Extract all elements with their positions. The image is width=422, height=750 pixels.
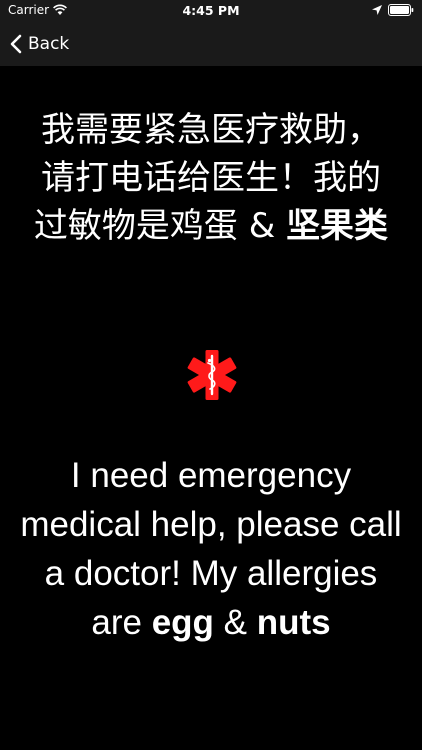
back-button[interactable]: Back bbox=[10, 30, 69, 58]
english-allergen-nuts: nuts bbox=[256, 603, 331, 642]
chinese-allergen: 坚果类 bbox=[286, 206, 389, 246]
chinese-message: 我需要紧急医疗救助，请打电话给医生！我的过敏物是鸡蛋 & 坚果类 bbox=[30, 106, 392, 250]
screen: Carrier 4:45 PM Back 我需要紧急医疗救助，请打电话给医生！我… bbox=[0, 0, 422, 750]
back-label: Back bbox=[28, 34, 70, 54]
navigation-bar: Back bbox=[0, 22, 422, 66]
english-allergen-egg: egg bbox=[151, 603, 214, 642]
english-connector: & bbox=[213, 603, 257, 642]
battery-icon bbox=[388, 4, 414, 16]
chevron-left-icon bbox=[10, 34, 22, 54]
status-bar: Carrier 4:45 PM bbox=[0, 0, 422, 22]
star-of-life-icon bbox=[187, 350, 237, 400]
status-right bbox=[372, 4, 414, 16]
content-area: 我需要紧急医疗救助，请打电话给医生！我的过敏物是鸡蛋 & 坚果类 I need … bbox=[0, 66, 422, 750]
status-time: 4:45 PM bbox=[182, 3, 240, 18]
location-icon bbox=[372, 5, 382, 15]
english-message: I need emergency medical help, please ca… bbox=[18, 451, 404, 647]
